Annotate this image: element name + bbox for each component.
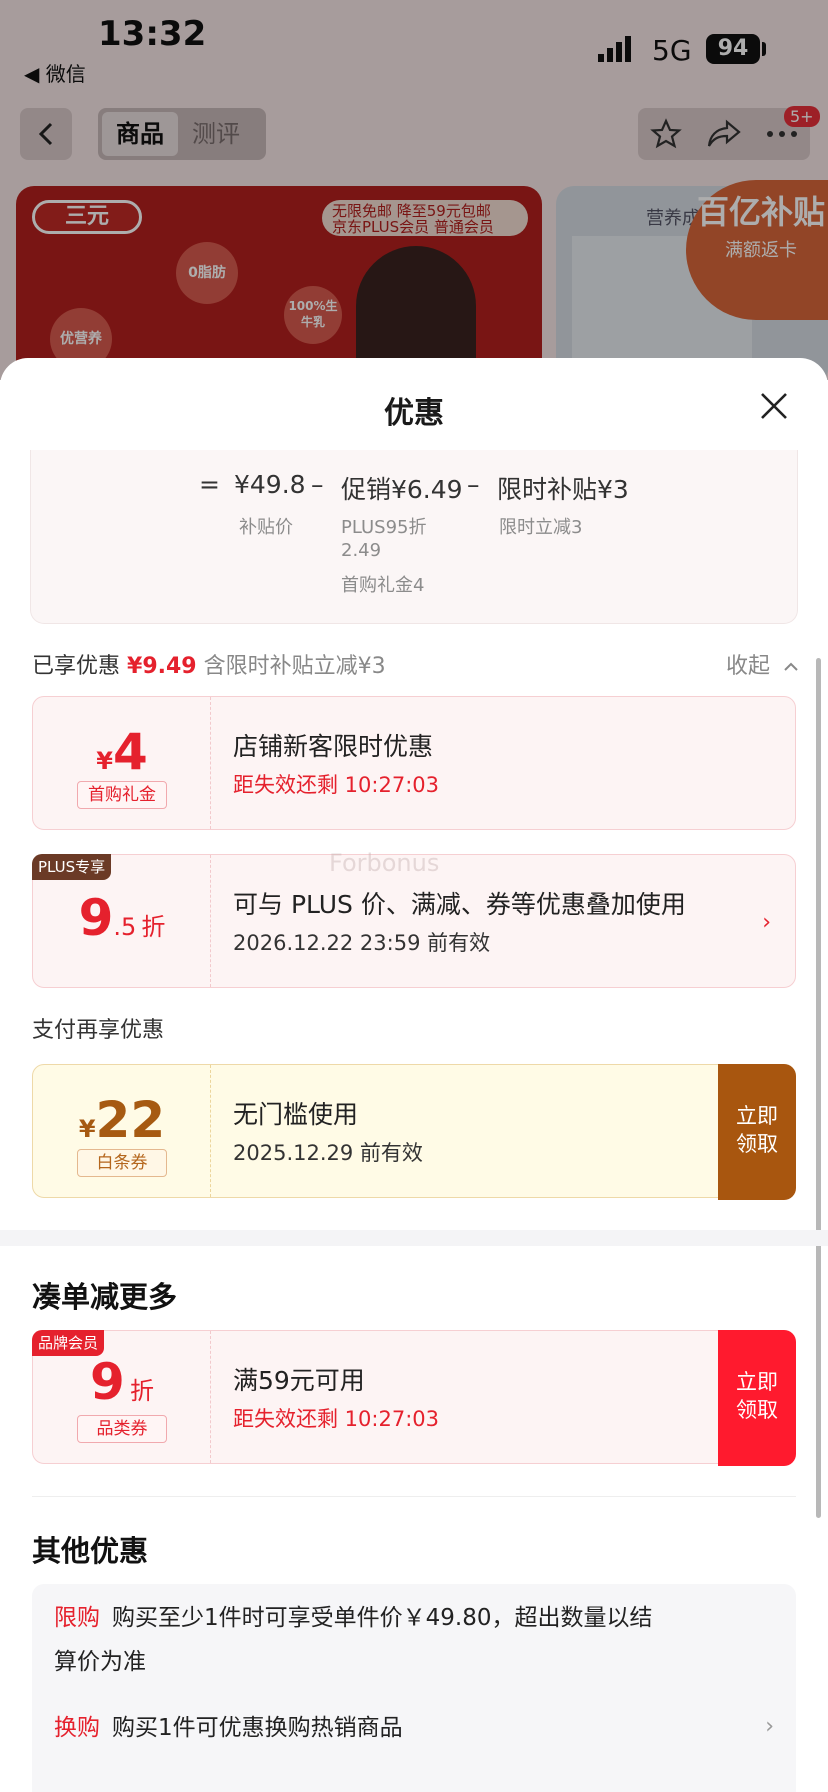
divider <box>32 1496 796 1497</box>
plus-discount-label: PLUS95折 <box>341 517 427 538</box>
coupon-value: 22 <box>95 1091 166 1149</box>
equals-sign: = <box>199 470 220 499</box>
purchase-limit-key: 限购 <box>54 1605 100 1631</box>
coupon-countdown: 距失效还剩 10:27:03 <box>233 773 439 797</box>
coupon-expiry: 2026.12.22 23:59 前有效 <box>233 931 491 955</box>
coupon-info: 满59元可用 距失效还剩 10:27:03 <box>233 1331 795 1463</box>
coupon-amount: 9 折 <box>33 1353 211 1411</box>
subsidy-price: ¥49.8 <box>234 470 306 499</box>
discount-sheet: 优惠 = ¥49.8 – 促销¥6.49 – 限时补贴¥3 补贴价 PLUS95… <box>0 358 828 1792</box>
coupon-amount: 9.5 折 <box>33 889 211 947</box>
collapse-toggle[interactable]: 收起 <box>726 648 799 680</box>
promo-amount: 促销¥6.49 <box>341 475 463 504</box>
discount-integer: 9 <box>78 889 114 947</box>
pay-section-label: 支付再享优惠 <box>32 1018 165 1043</box>
subsidy-amount: 限时补贴¥3 <box>497 475 629 504</box>
coupon-amount: ¥4 <box>33 723 211 781</box>
coupon-title: 可与 PLUS 价、满减、券等优惠叠加使用 <box>233 890 686 919</box>
claim-button[interactable]: 立即 领取 <box>718 1064 796 1200</box>
coupon-info: 店铺新客限时优惠 距失效还剩 10:27:03 <box>233 697 795 829</box>
coupon-value: 4 <box>112 723 148 781</box>
currency-symbol: ¥ <box>96 747 113 775</box>
purchase-limit-item: 限购 购买至少1件时可享受单件价￥49.80，超出数量以结 算价为准 <box>54 1596 652 1684</box>
time-limited-discount-label: 限时立减3 <box>499 517 583 538</box>
coupon-info: 无门槛使用 2025.12.29 前有效 <box>233 1065 795 1197</box>
trade-in-item[interactable]: 换购 购买1件可优惠换购热销商品 <box>54 1706 403 1750</box>
watermark: Forbonus <box>329 849 440 877</box>
claim-label-line1: 立即 <box>736 1104 778 1128</box>
brand-member-tag: 品牌会员 <box>32 1330 105 1356</box>
sheet-title: 优惠 <box>384 396 444 431</box>
enjoyed-label: 已享优惠 <box>32 654 121 679</box>
first-buy-gift-label: 首购礼金4 <box>341 575 425 596</box>
discount-unit: 折 <box>129 1377 154 1405</box>
section-divider <box>0 1230 828 1246</box>
currency-symbol: ¥ <box>78 1115 96 1143</box>
collapse-label: 收起 <box>726 654 771 679</box>
coupon-first-buy-gift[interactable]: ¥4 首购礼金 店铺新客限时优惠 距失效还剩 10:27:03 <box>32 696 796 830</box>
plus-discount-value: 2.49 <box>341 540 382 561</box>
coupon-countdown: 距失效还剩 10:27:03 <box>233 1407 439 1431</box>
claim-label-line1: 立即 <box>736 1370 778 1394</box>
claim-label-line2: 领取 <box>736 1398 778 1422</box>
background-page: 13:32 ◀ 微信 5G 94 商品 测评 5+ 三元 无限免邮 降至59元包… <box>0 0 828 380</box>
discount-integer: 9 <box>90 1353 125 1411</box>
scrollbar[interactable] <box>816 658 821 1518</box>
purchase-limit-text1: 购买至少1件时可享受单件价￥49.80，超出数量以结 <box>112 1605 653 1631</box>
coupon-type-pill: 白条券 <box>77 1149 167 1177</box>
enjoyed-amount: ¥9.49 <box>127 654 197 679</box>
coupon-type-pill: 首购礼金 <box>77 781 167 809</box>
coupon-title: 无门槛使用 <box>233 1100 359 1129</box>
coupon-expiry: 2025.12.29 前有效 <box>233 1141 423 1165</box>
coupon-brand-member[interactable]: 9 折 品类券 品牌会员 满59元可用 距失效还剩 10:27:03 立即 领取 <box>32 1330 796 1466</box>
other-discounts-list: 限购 购买至少1件时可享受单件价￥49.80，超出数量以结 算价为准 换购 购买1件… <box>32 1584 796 1792</box>
coupon-baitiao[interactable]: ¥22 白条券 无门槛使用 2025.12.29 前有效 立即 领取 <box>32 1064 796 1200</box>
discount-unit: 折 <box>141 913 166 941</box>
close-icon[interactable] <box>758 390 790 422</box>
coupon-title: 满59元可用 <box>233 1366 365 1395</box>
enjoyed-note: 含限时补贴立减¥3 <box>203 654 386 679</box>
enjoyed-discount: 已享优惠 ¥9.49 含限时补贴立减¥3 <box>32 648 386 680</box>
modal-overlay[interactable] <box>0 0 828 380</box>
more-discounts-title: 凑单减更多 <box>32 1280 178 1314</box>
trade-in-text: 购买1件可优惠换购热销商品 <box>112 1715 403 1741</box>
claim-button[interactable]: 立即 领取 <box>718 1330 796 1466</box>
plus-exclusive-tag: PLUS专享 <box>32 854 112 880</box>
trade-in-key: 换购 <box>54 1715 100 1741</box>
other-discounts-title: 其他优惠 <box>32 1534 149 1568</box>
discount-decimal: .5 <box>113 913 137 941</box>
subsidy-price-label: 补贴价 <box>239 517 293 538</box>
coupon-info: 可与 PLUS 价、满减、券等优惠叠加使用 2026.12.22 23:59 前… <box>233 855 795 987</box>
purchase-limit-text2: 算价为准 <box>54 1649 146 1675</box>
claim-label-line2: 领取 <box>736 1132 778 1156</box>
coupon-amount-area: ¥4 首购礼金 <box>33 697 211 829</box>
coupon-amount-area: ¥22 白条券 <box>33 1065 211 1197</box>
coupon-type-pill: 品类券 <box>77 1415 167 1443</box>
coupon-plus-discount[interactable]: 9.5 折 PLUS专享 可与 PLUS 价、满减、券等优惠叠加使用 2026.… <box>32 849 796 988</box>
minus-sign: – <box>467 470 480 499</box>
chevron-up-icon <box>784 662 798 671</box>
coupon-title: 店铺新客限时优惠 <box>233 732 434 761</box>
coupon-amount: ¥22 <box>33 1091 211 1149</box>
minus-sign: – <box>311 470 324 499</box>
chevron-right-icon[interactable]: › <box>765 1714 774 1739</box>
chevron-right-icon[interactable]: › <box>762 910 771 935</box>
price-breakdown: = ¥49.8 – 促销¥6.49 – 限时补贴¥3 补贴价 PLUS95折 2… <box>30 450 798 624</box>
